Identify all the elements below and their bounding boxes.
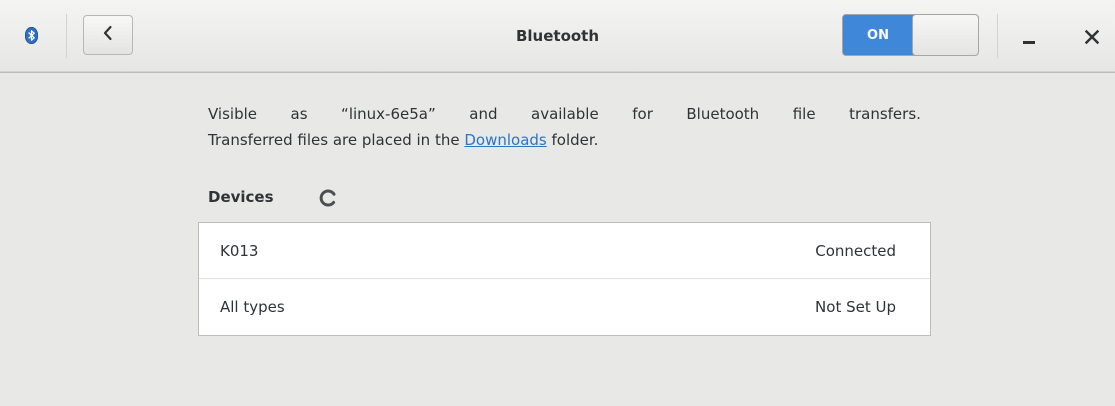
description-word: Bluetooth xyxy=(686,105,760,123)
description-word: as xyxy=(290,105,308,123)
close-button[interactable] xyxy=(1077,22,1107,52)
switch-on-label: ON xyxy=(843,15,913,55)
header-separator xyxy=(997,14,998,58)
device-row[interactable]: K013 Connected xyxy=(199,223,930,279)
switch-knob[interactable] xyxy=(912,15,978,55)
device-status: Not Set Up xyxy=(815,298,896,316)
device-status: Connected xyxy=(815,242,896,260)
hostname-text: “linux-6e5a” xyxy=(341,105,436,123)
description-word: Visible xyxy=(208,105,257,123)
content-area: Visible as “linux-6e5a” and available fo… xyxy=(0,73,1115,406)
devices-heading: Devices xyxy=(208,188,274,206)
bluetooth-toggle-switch[interactable]: ON xyxy=(842,14,979,56)
description-word: file xyxy=(792,105,816,123)
device-list: K013 Connected All types Not Set Up xyxy=(198,222,931,336)
description-word: transfers. xyxy=(849,105,921,123)
minimize-icon xyxy=(1023,41,1035,44)
description-word: available xyxy=(531,105,599,123)
description-word: for xyxy=(632,105,653,123)
visibility-description: Visible as “linux-6e5a” and available fo… xyxy=(208,101,921,153)
header-bar: Bluetooth ON xyxy=(0,0,1115,73)
description-word: and xyxy=(469,105,498,123)
bluetooth-settings-window: Bluetooth ON Visible as “linux-6e5a” and xyxy=(0,0,1115,406)
downloads-link[interactable]: Downloads xyxy=(464,131,546,149)
device-name: K013 xyxy=(220,242,259,260)
description-line-1: Visible as “linux-6e5a” and available fo… xyxy=(208,101,921,127)
loading-spinner-icon xyxy=(319,189,337,207)
device-row[interactable]: All types Not Set Up xyxy=(199,279,930,335)
minimize-button[interactable] xyxy=(1015,22,1045,52)
device-name: All types xyxy=(220,298,285,316)
description-line-2: Transferred files are placed in the Down… xyxy=(208,127,921,153)
description-text: folder. xyxy=(546,131,599,149)
close-icon xyxy=(1077,29,1107,56)
description-text: Transferred files are placed in the xyxy=(208,131,465,149)
